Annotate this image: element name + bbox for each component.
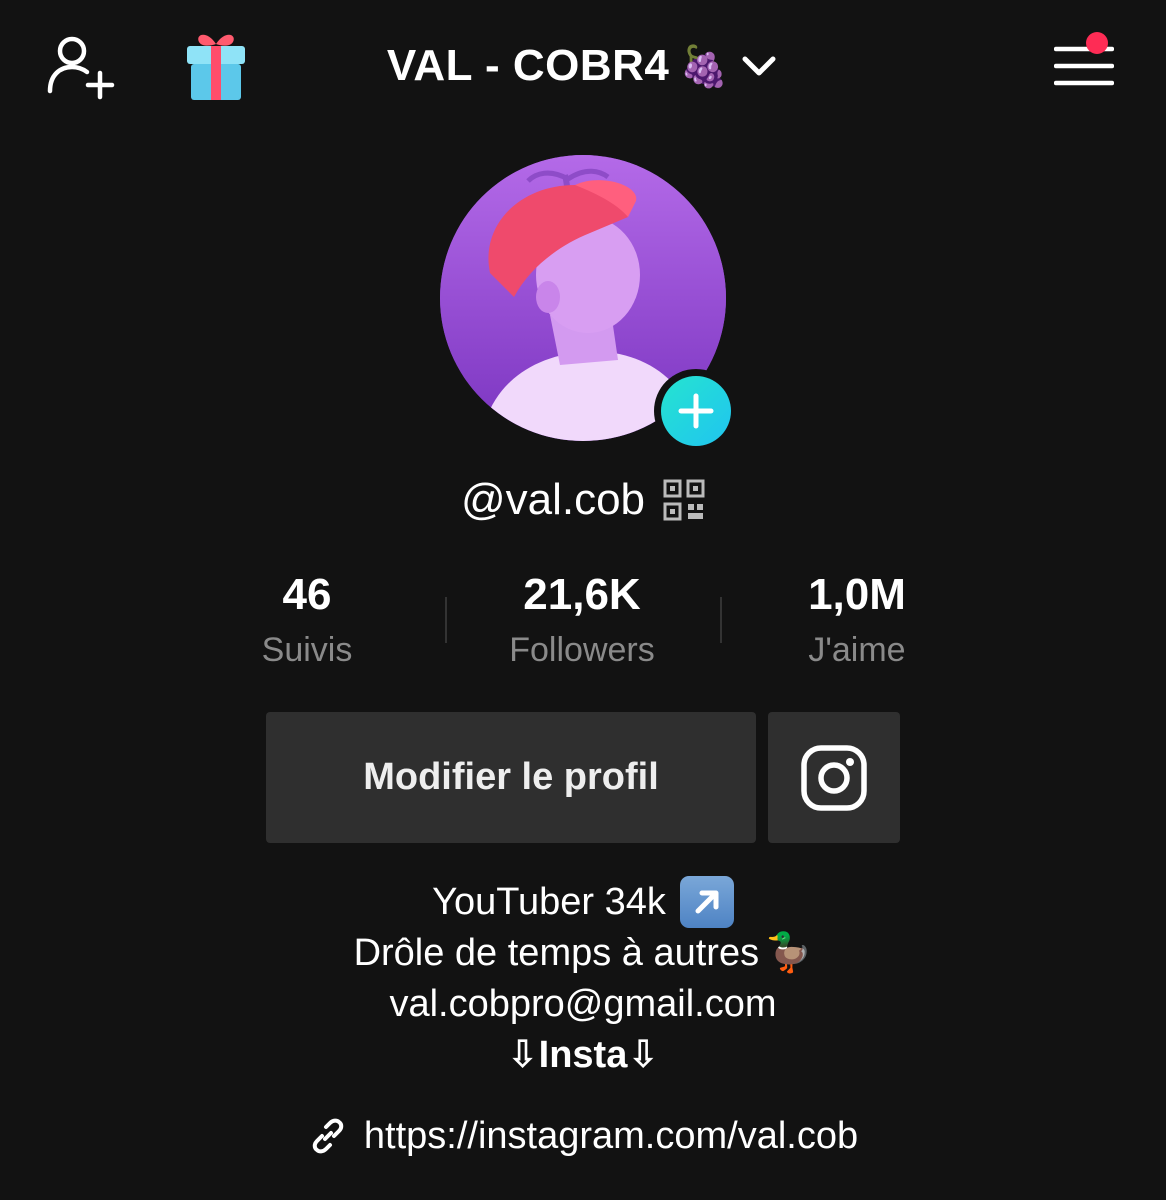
link-icon bbox=[312, 1118, 344, 1154]
instagram-button[interactable] bbox=[768, 712, 900, 843]
bio-line: val.cobpro@gmail.com bbox=[0, 979, 1166, 1030]
stat-following[interactable]: 46 Suivis bbox=[177, 565, 437, 675]
username-row: @val.cob bbox=[0, 470, 1166, 530]
stat-following-value: 46 bbox=[282, 570, 332, 619]
stat-likes-value: 1,0M bbox=[808, 570, 906, 619]
notification-dot bbox=[1086, 32, 1108, 54]
account-switcher[interactable]: VAL - COBR4 🍇 bbox=[0, 30, 1166, 102]
avatar-container bbox=[440, 155, 738, 453]
page-title: VAL - COBR4 bbox=[386, 41, 670, 90]
stat-divider bbox=[445, 597, 447, 643]
bio-email: val.cobpro@gmail.com bbox=[389, 983, 777, 1025]
bio: YouTuber 34k Drôle de temps à autres 🦆 v… bbox=[0, 876, 1166, 1081]
stat-followers[interactable]: 21,6K Followers bbox=[452, 565, 712, 675]
profile-stats: 46 Suivis 21,6K Followers 1,0M J'aime bbox=[170, 565, 996, 675]
stat-following-label: Suivis bbox=[261, 631, 353, 669]
bio-insta-label: Insta bbox=[538, 1034, 628, 1076]
stat-followers-label: Followers bbox=[509, 631, 655, 669]
profile-screen: VAL - COBR4 🍇 @val.cob 46 Suivis 21,6K F… bbox=[0, 0, 1166, 1200]
plus-icon bbox=[678, 393, 714, 429]
bio-line-2: Drôle de temps à autres bbox=[353, 932, 760, 974]
grapes-emoji: 🍇 bbox=[679, 44, 730, 89]
profile-link-url: https://instagram.com/val.cob bbox=[363, 1114, 859, 1157]
stat-followers-value: 21,6K bbox=[523, 570, 641, 619]
qr-code-icon[interactable] bbox=[663, 479, 705, 521]
profile-link[interactable]: https://instagram.com/val.cob bbox=[0, 1106, 1166, 1166]
up-right-arrow-icon bbox=[679, 876, 734, 928]
stat-divider bbox=[720, 597, 722, 643]
stat-likes-label: J'aime bbox=[808, 631, 906, 669]
stat-likes[interactable]: 1,0M J'aime bbox=[727, 565, 987, 675]
down-arrow-icon: ⇩ bbox=[506, 1034, 539, 1076]
add-story-circle bbox=[661, 376, 731, 446]
add-story-button[interactable] bbox=[654, 369, 738, 453]
edit-profile-button[interactable]: Modifier le profil bbox=[266, 712, 756, 843]
top-bar: VAL - COBR4 🍇 bbox=[0, 0, 1166, 130]
username: @val.cob bbox=[460, 475, 646, 524]
bio-line: YouTuber 34k bbox=[0, 876, 1166, 928]
chevron-down-icon bbox=[742, 56, 776, 76]
bio-line: ⇩ Insta ⇩ bbox=[0, 1030, 1166, 1081]
menu-button[interactable] bbox=[1046, 30, 1122, 102]
bio-line: Drôle de temps à autres 🦆 bbox=[0, 928, 1166, 979]
bio-line-1: YouTuber 34k bbox=[432, 880, 666, 923]
duck-emoji: 🦆 bbox=[765, 932, 813, 974]
instagram-icon bbox=[801, 744, 867, 811]
down-arrow-icon: ⇩ bbox=[627, 1034, 660, 1076]
